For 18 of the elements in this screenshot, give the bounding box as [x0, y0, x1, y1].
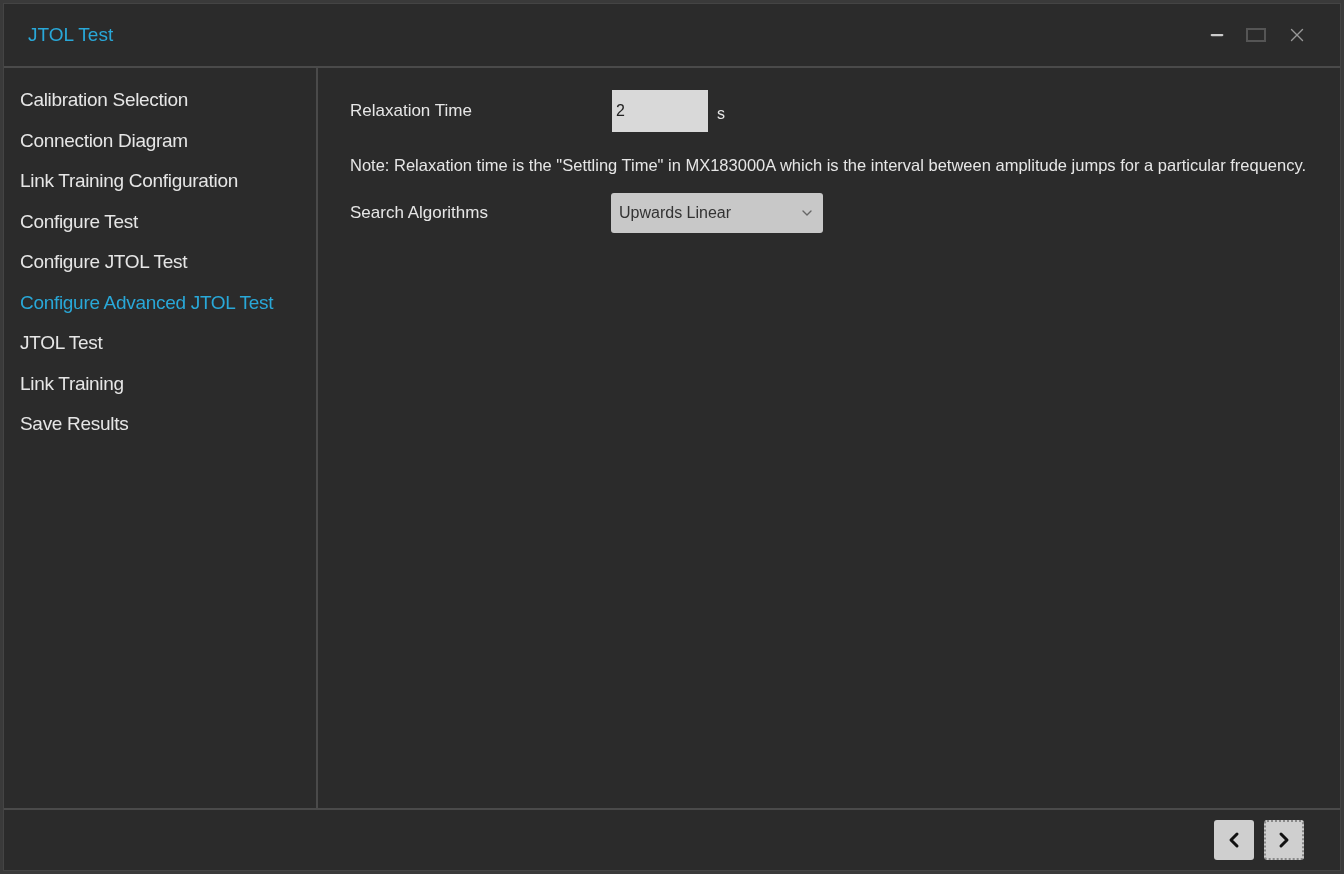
- window-title: JTOL Test: [28, 22, 114, 47]
- sidebar-item[interactable]: Configure Advanced JTOL Test: [20, 282, 316, 323]
- dropdown[interactable]: Upwards Linear: [611, 193, 823, 233]
- field-label: Search Algorithms: [350, 202, 489, 225]
- back-button[interactable]: [1214, 820, 1254, 860]
- sidebar-item[interactable]: Configure JTOL Test: [20, 242, 316, 283]
- sidebar-item[interactable]: Link Training: [20, 363, 316, 404]
- sidebar-item[interactable]: Connection Diagram: [20, 120, 316, 161]
- sidebar-item[interactable]: Link Training Configuration: [20, 161, 316, 202]
- sidebar-item[interactable]: Calibration Selection: [20, 80, 316, 121]
- next-button[interactable]: [1264, 820, 1304, 860]
- sidebar-item[interactable]: Save Results: [20, 404, 316, 445]
- note-text: Note: Relaxation time is the "Settling Time" in MX183000A which is the interval between amplitude jumps for a particular frequency.: [350, 155, 1308, 176]
- unit-label: s: [717, 104, 725, 124]
- sidebar-item[interactable]: Configure Test: [20, 201, 316, 242]
- field-label: Relaxation Time: [350, 100, 473, 123]
- sidebar-item[interactable]: JTOL Test: [20, 323, 316, 364]
- input-field[interactable]: 2: [612, 90, 708, 132]
